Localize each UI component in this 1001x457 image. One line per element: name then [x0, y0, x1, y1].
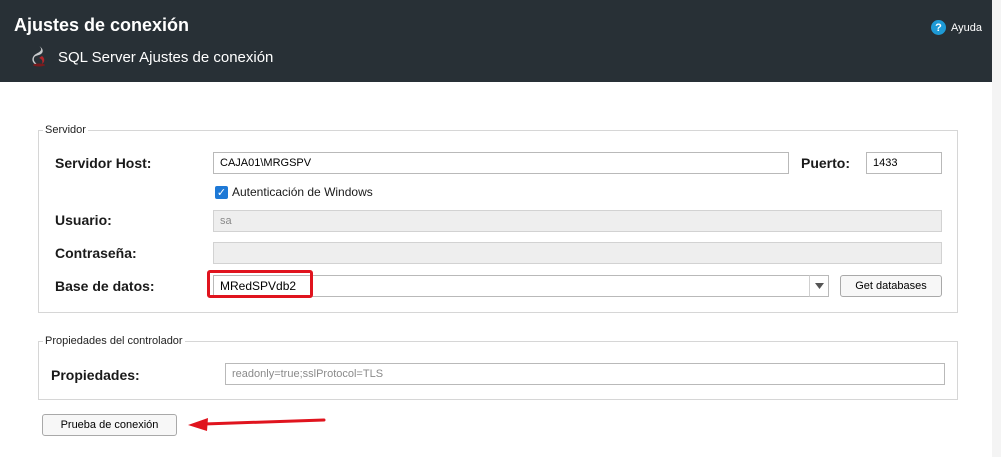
chevron-down-icon [814, 283, 824, 289]
database-dropdown-button[interactable] [809, 275, 829, 297]
password-label: Contraseña: [55, 245, 137, 261]
database-label: Base de datos: [55, 278, 155, 294]
port-input[interactable]: 1433 [866, 152, 942, 174]
help-icon: ? [931, 20, 946, 35]
password-input[interactable] [213, 242, 942, 264]
check-icon: ✓ [216, 187, 227, 199]
scrollbar[interactable] [992, 0, 1001, 457]
user-input[interactable]: sa [213, 210, 942, 232]
host-input[interactable]: CAJA01\MRGSPV [213, 152, 789, 174]
propiedades-legend: Propiedades del controlador [45, 335, 183, 347]
page-title: Ajustes de conexión [14, 15, 190, 35]
windows-auth-label: Autenticación de Windows [232, 185, 373, 199]
get-databases-button[interactable]: Get databases [840, 275, 942, 297]
header-bar: Ajustes de conexión SQL Server Ajustes d… [0, 0, 992, 82]
user-label: Usuario: [55, 212, 112, 228]
header-subtitle: SQL Server Ajustes de conexión [58, 49, 274, 66]
propiedades-label: Propiedades: [51, 367, 140, 383]
arrow-annotation [188, 418, 326, 431]
windows-auth-checkbox[interactable]: ✓ [215, 186, 228, 199]
host-label: Servidor Host: [55, 155, 152, 171]
servidor-legend: Servidor [45, 124, 86, 136]
sql-server-icon [32, 46, 45, 67]
port-label: Puerto: [801, 155, 850, 171]
propiedades-input[interactable]: readonly=true;sslProtocol=TLS [225, 363, 945, 385]
help-link[interactable]: ? Ayuda [931, 20, 982, 35]
test-connection-button[interactable]: Prueba de conexión [42, 414, 177, 436]
help-label: Ayuda [951, 21, 982, 34]
database-highlight [207, 270, 313, 298]
